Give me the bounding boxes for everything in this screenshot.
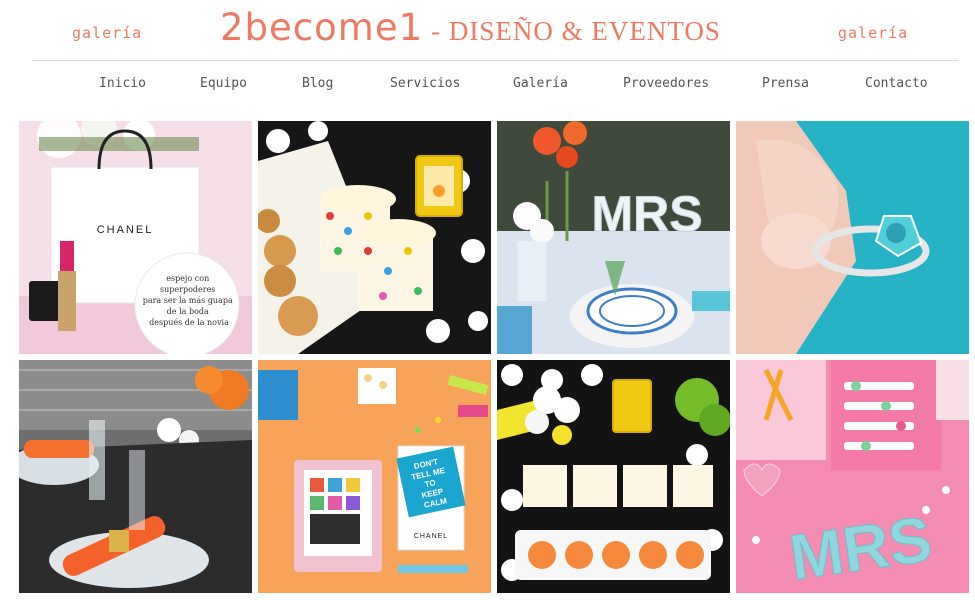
nav-item-prensa[interactable]: Prensa [762, 76, 809, 91]
brand-name: 2become1 [220, 6, 424, 49]
main-nav: Inicio Equipo Blog Servicios Galería Pro… [0, 76, 975, 96]
nav-item-galeria[interactable]: Galería [513, 76, 568, 91]
gallery-photo-keep-calm[interactable]: DON'T TELL ME TO KEEP CALM CHANEL [258, 360, 491, 593]
nav-item-blog[interactable]: Blog [302, 76, 333, 91]
nav-item-inicio[interactable]: Inicio [99, 76, 146, 91]
brand-tagline: - DISEÑO & EVENTOS [431, 16, 721, 46]
mrs-letters: MRS [591, 186, 702, 242]
svg-text:CHANEL: CHANEL [414, 533, 448, 540]
gallery-photo-ring[interactable] [736, 121, 969, 354]
nav-item-contacto[interactable]: Contacto [865, 76, 928, 91]
site-logo[interactable]: 2become1- DISEÑO & EVENTOS [220, 6, 721, 49]
gallery-photo-orange-napkins[interactable] [19, 360, 252, 593]
nav-item-equipo[interactable]: Equipo [200, 76, 247, 91]
gallery-photo-popcorn-buns[interactable] [258, 121, 491, 354]
gallery-photo-chanel-mirror[interactable]: CHANEL espejo con superpoderes para ser … [19, 121, 252, 354]
gallery-photo-lantern-buns[interactable] [497, 360, 730, 593]
chanel-bag-label: CHANEL [97, 224, 154, 236]
gallery-link-left[interactable]: galería [72, 24, 142, 42]
site-header: galería 2become1- DISEÑO & EVENTOS galer… [0, 0, 975, 60]
gallery-photo-mrs-table[interactable]: MRS [497, 121, 730, 354]
nav-item-proveedores[interactable]: Proveedores [623, 76, 709, 91]
header-divider [32, 60, 958, 61]
gallery-link-right[interactable]: galería [838, 24, 908, 42]
gallery-grid: CHANEL espejo con superpoderes para ser … [19, 121, 969, 597]
gallery-photo-pink-mrs[interactable]: MRS [736, 360, 969, 593]
nav-item-servicios[interactable]: Servicios [390, 76, 460, 91]
